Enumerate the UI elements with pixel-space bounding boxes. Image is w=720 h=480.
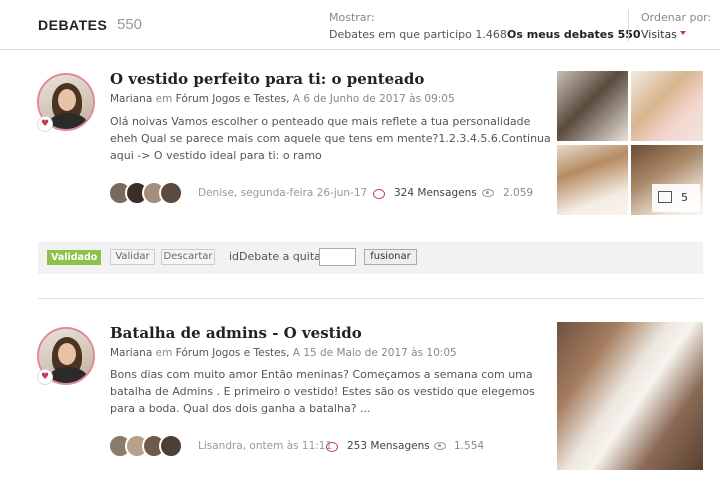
eye-icon [434, 442, 446, 450]
eye-icon [482, 189, 494, 197]
post-author[interactable]: Mariana [110, 93, 152, 105]
sort-label: Ordenar por: [641, 11, 712, 24]
debates-header [0, 0, 720, 50]
debate-id-input[interactable] [319, 248, 356, 266]
post-author[interactable]: Mariana [110, 347, 152, 359]
heart-icon: ♥ [37, 116, 53, 132]
post-date: A 6 de Junho de 2017 às 09:05 [292, 93, 455, 105]
mostrar-label: Mostrar: [329, 11, 375, 24]
views-count: 1.554 [454, 440, 485, 452]
quit-label: idDebate a quitar [229, 250, 326, 263]
thumbnail-image[interactable] [557, 71, 628, 141]
comment-icon [326, 442, 338, 452]
post-meta: Mariana em Fórum Jogos e Testes, A 6 de … [110, 93, 455, 105]
sort-select[interactable]: Visitas [641, 28, 677, 41]
comment-icon [373, 189, 385, 199]
meta-em: em [155, 93, 173, 105]
post-excerpt: Bons dias com muito amor Então meninas? … [110, 366, 535, 417]
post-meta: Mariana em Fórum Jogos e Testes, A 15 de… [110, 347, 457, 359]
views-count: 2.059 [503, 187, 534, 199]
excerpt-line: Bons dias com muito amor Então meninas? … [110, 368, 533, 381]
excerpt-line: Olá noivas Vamos escolher o penteado que… [110, 115, 531, 128]
excerpt-line: batalha de Admins . E primeiro o vestido… [110, 385, 535, 398]
last-reply[interactable]: Denise, segunda-feira 26-jun-17 [198, 187, 367, 199]
post-title[interactable]: Batalha de admins - O vestido [110, 324, 362, 342]
excerpt-line: para a boda. Qual dos dois ganha a batal… [110, 402, 371, 415]
excerpt-line: eheh Qual se parece mais com aquele que … [110, 132, 551, 145]
header-divider [628, 10, 629, 42]
post-cover-image[interactable] [557, 322, 703, 470]
validate-button[interactable]: Validar [110, 249, 155, 265]
merge-button[interactable]: fusionar [364, 249, 417, 265]
post-forum[interactable]: Fórum Jogos e Testes, [176, 93, 290, 105]
participant-avatar[interactable] [159, 434, 183, 458]
post-title[interactable]: O vestido perfeito para ti: o penteado [110, 70, 424, 88]
filter-participating[interactable]: Debates em que participo 1.468 [329, 28, 507, 41]
status-badge: Validado [47, 250, 102, 265]
post-date: A 15 de Maio de 2017 às 10:05 [292, 347, 457, 359]
more-images-count: 5 [681, 191, 688, 204]
more-images-badge[interactable]: 5 [652, 184, 700, 212]
thumbnail-image[interactable] [557, 145, 628, 215]
chevron-down-icon[interactable] [680, 31, 686, 35]
debates-count: 550 [117, 16, 143, 33]
post-forum[interactable]: Fórum Jogos e Testes, [176, 347, 290, 359]
thumbnail-image[interactable] [631, 71, 703, 141]
filter-my-debates[interactable]: Os meus debates 550 [507, 28, 641, 41]
post-excerpt: Olá noivas Vamos escolher o penteado que… [110, 113, 551, 164]
post-divider [38, 298, 703, 299]
participant-avatar[interactable] [159, 181, 183, 205]
gallery-icon [658, 191, 672, 203]
last-reply[interactable]: Lisandra, ontem às 11:11 [198, 440, 332, 452]
heart-icon: ♥ [37, 369, 53, 385]
page-title: DEBATES [38, 17, 108, 33]
discard-button[interactable]: Descartar [161, 249, 215, 265]
messages-count[interactable]: 324 Mensagens [394, 187, 477, 199]
meta-em: em [155, 347, 173, 359]
messages-count[interactable]: 253 Mensagens [347, 440, 430, 452]
excerpt-line: aqui -> O vestido ideal para ti: o ramo [110, 149, 322, 162]
